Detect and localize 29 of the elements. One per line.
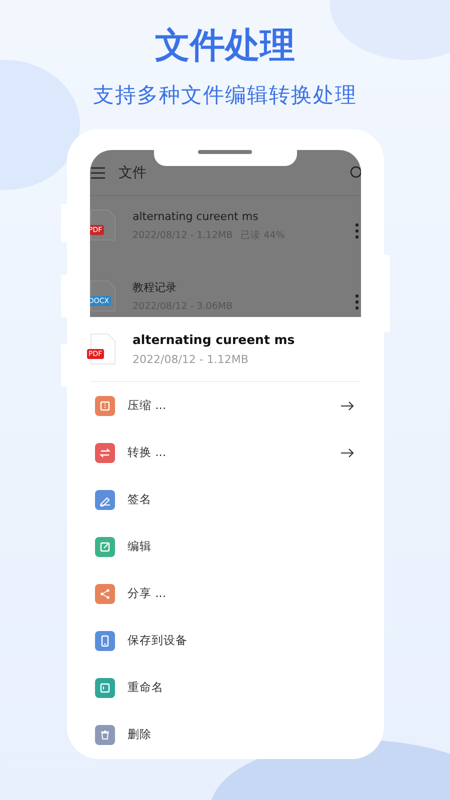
share-icon[interactable] [94,584,114,604]
save-icon[interactable] [94,630,114,650]
subheadline: 支持多种文件编辑转换处理 [93,82,357,109]
search-icon[interactable] [348,166,360,180]
rename-icon[interactable] [94,678,114,698]
more-icon[interactable] [354,294,358,310]
action-label[interactable]: 删除 [128,727,354,742]
action-label[interactable]: 保存到设备 [128,633,354,648]
action-label[interactable]: 转换 ... [128,445,340,460]
headline: 文件处理 [155,25,295,68]
file-name: alternating cureent ms [132,330,295,348]
action-label[interactable]: 分享 ... [128,586,354,601]
action-label[interactable]: 签名 [128,492,354,507]
convert-icon[interactable] [94,442,114,462]
file-name[interactable]: 教程记录 [132,280,354,296]
arrow-icon[interactable] [340,448,354,458]
action-label[interactable]: 重命名 [128,680,354,695]
file-name[interactable]: alternating cureent ms [132,209,354,225]
app-bar-title: 文件 [118,164,146,182]
compress-icon[interactable] [94,396,114,416]
arrow-icon[interactable] [340,400,354,410]
sign-icon[interactable] [94,490,114,510]
delete-icon[interactable] [94,724,114,744]
action-label[interactable]: 压缩 ... [128,398,340,413]
file-meta: 2022/08/12 - 1.12MB [132,352,250,368]
action-label[interactable]: 编辑 [128,539,354,554]
edit-icon[interactable] [94,536,114,556]
menu-icon[interactable] [90,166,104,178]
more-icon[interactable] [354,223,358,239]
